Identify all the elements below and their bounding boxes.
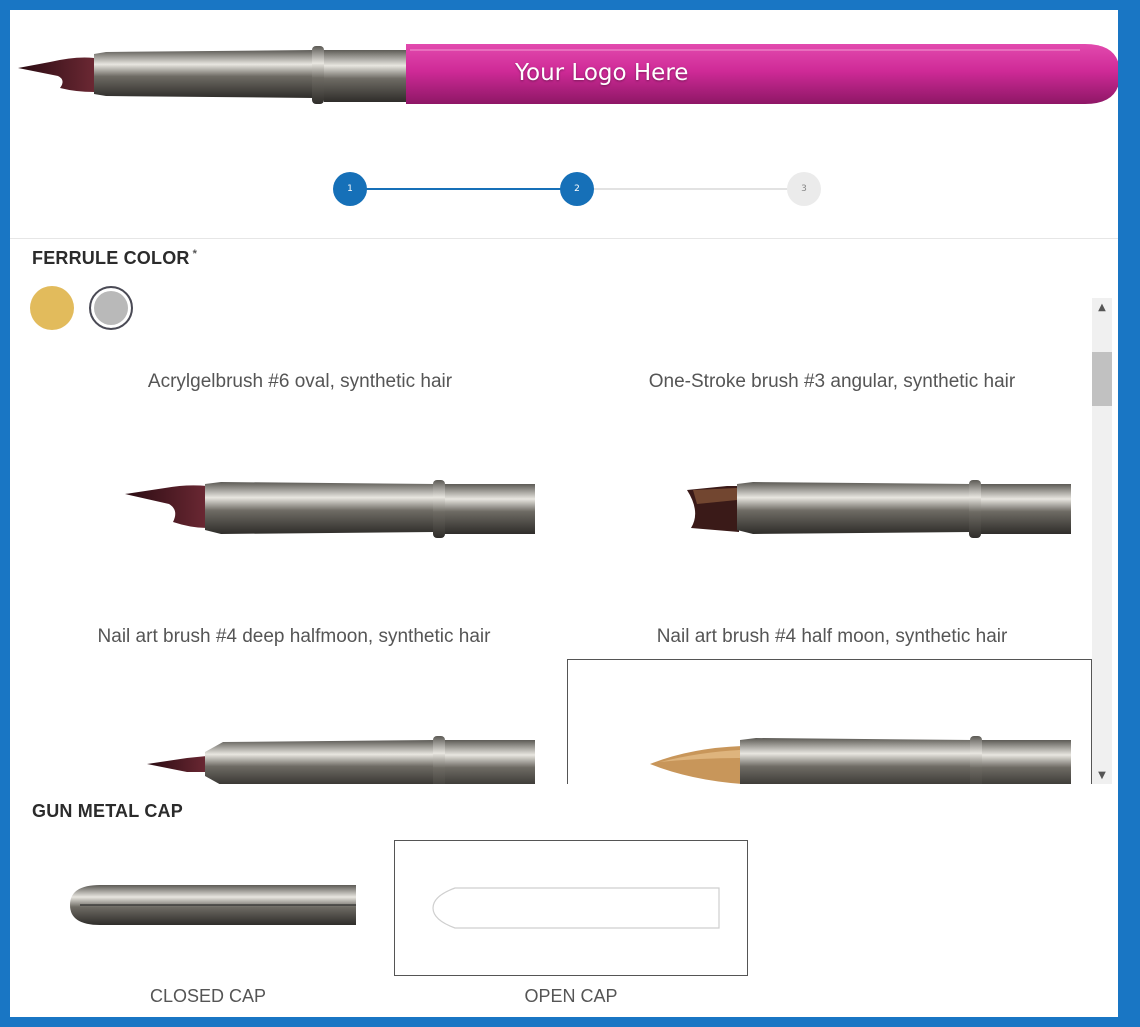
ferrule-color-title-text: FERRULE COLOR — [32, 248, 190, 268]
cap-section-title: GUN METAL CAP — [32, 801, 183, 821]
brush-type-list: Acrylgelbrush #6 oval, synthetic hair On… — [10, 298, 1092, 784]
required-mark: * — [192, 248, 198, 260]
brush-label-one-stroke: One-Stroke brush #3 angular, synthetic h… — [648, 371, 1016, 392]
brush-label-acrylgel: Acrylgelbrush #6 oval, synthetic hair — [147, 371, 453, 392]
section-divider — [10, 238, 1118, 239]
brush-list-scrollbar[interactable]: ▲ ▼ — [1092, 298, 1112, 784]
cap-option-open[interactable] — [431, 885, 721, 931]
brush-label-deep-halfmoon: Nail art brush #4 deep halfmoon, synthet… — [97, 626, 491, 647]
brush-option-half-moon[interactable] — [650, 736, 1071, 784]
brush-option-acrylgel[interactable] — [125, 480, 535, 540]
cap-label-closed: CLOSED CAP — [149, 986, 267, 1006]
brush-option-deep-halfmoon[interactable] — [147, 736, 535, 784]
brush-label-half-moon: Nail art brush #4 half moon, synthetic h… — [656, 626, 1008, 647]
scroll-up-arrow-icon[interactable]: ▲ — [1092, 298, 1112, 316]
step-2[interactable]: 2 — [560, 172, 594, 206]
progress-stepper: 1 2 3 — [333, 172, 823, 206]
cap-option-closed[interactable] — [70, 883, 356, 927]
step-3[interactable]: 3 — [787, 172, 821, 206]
cap-option-open-frame[interactable] — [394, 840, 748, 976]
scroll-thumb[interactable] — [1092, 352, 1112, 406]
step-1[interactable]: 1 — [333, 172, 367, 206]
logo-text: Your Logo Here — [515, 60, 689, 86]
ferrule-color-title: FERRULE COLOR * — [32, 248, 197, 269]
brush-preview: Your Logo Here 1 2 3 — [10, 10, 1118, 238]
cap-label-open: OPEN CAP — [524, 986, 618, 1006]
stepper-line-complete — [350, 188, 576, 190]
product-configurator: Your Logo Here 1 2 3 FERRULE COLOR * Acry… — [10, 10, 1118, 1017]
stepper-line-incomplete — [576, 188, 803, 190]
scroll-down-arrow-icon[interactable]: ▼ — [1092, 766, 1112, 784]
brush-option-one-stroke[interactable] — [687, 480, 1071, 540]
